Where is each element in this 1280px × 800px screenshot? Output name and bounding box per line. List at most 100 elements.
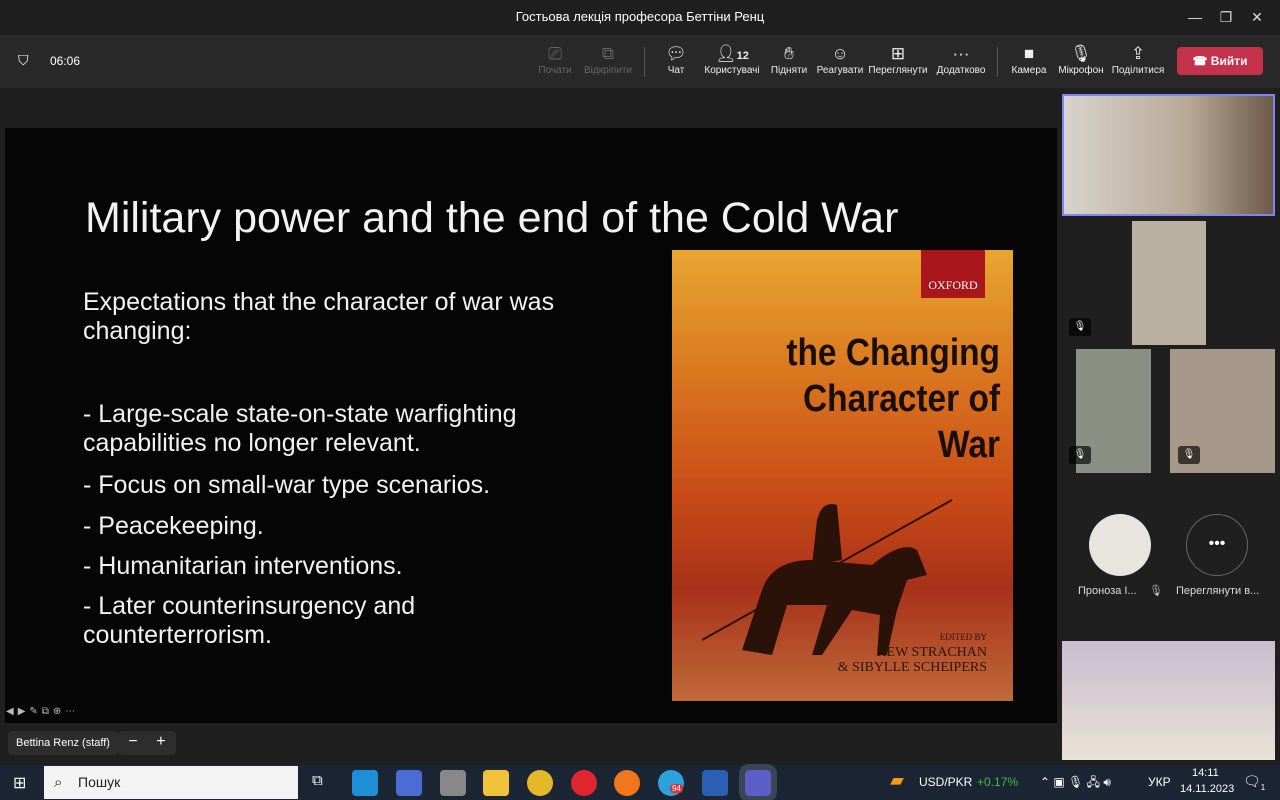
mic-muted-icon: 🎙︎ — [1149, 585, 1163, 597]
label: Відкріпити — [583, 65, 633, 76]
label: Почати — [538, 65, 572, 76]
bullet: - Peacekeeping. — [83, 512, 264, 540]
camera-icon: ■ — [1023, 44, 1035, 63]
opera-icon[interactable] — [571, 770, 597, 796]
people-button[interactable]: 👤︎12 Користувачі — [702, 43, 762, 76]
shield-icon: ⛉ — [18, 52, 29, 68]
publisher-logo: OXFORD — [921, 250, 985, 298]
label: Підняти — [770, 65, 808, 76]
bullet: - Later counterinsurgency and counterter… — [83, 592, 416, 649]
participant-count: 12 — [736, 50, 749, 62]
taskbar-search[interactable]: ⌕ Пошук — [44, 766, 298, 799]
edited-by: EDITED BY — [939, 632, 987, 642]
bullet: - Large-scale state-on-state warfighting… — [83, 400, 517, 457]
view-button[interactable]: ⊞ Переглянути — [868, 43, 928, 76]
bullet: - Humanitarian interventions. — [83, 552, 403, 580]
mic-off-icon: 🎙︎ — [1070, 44, 1092, 63]
chat-button[interactable]: 💬︎ Чат — [646, 43, 706, 76]
view-all-label: Переглянути в... — [1176, 585, 1260, 597]
avatar[interactable] — [1089, 514, 1151, 576]
zoom-controls[interactable]: − + — [118, 731, 176, 755]
ticker-icon: ▰ — [890, 770, 904, 790]
ticker-symbol[interactable]: USD/PKR — [919, 765, 972, 800]
firefox-icon[interactable] — [614, 770, 640, 796]
ticker-change: +0.17% — [977, 775, 1019, 789]
react-button[interactable]: ☺ Реагувати — [810, 43, 870, 76]
telegram-icon[interactable]: 94 — [658, 770, 684, 796]
more-button[interactable]: ··· Додатково — [931, 43, 991, 76]
book-title-line: Character of War — [803, 378, 1000, 466]
view-icon: ⊞ — [890, 44, 906, 63]
file-explorer-icon[interactable] — [483, 770, 509, 796]
share-icon: ⇪ — [1130, 44, 1146, 63]
present-button[interactable]: ⎚ Почати — [525, 43, 585, 76]
label: Переглянути — [868, 65, 928, 76]
more-icon: ••• — [1208, 535, 1226, 552]
app-icon[interactable] — [440, 770, 466, 796]
pop-out-button[interactable]: ⧉ Відкріпити — [578, 43, 638, 76]
divider — [644, 47, 645, 77]
leave-label: Вийти — [1210, 54, 1248, 68]
presenter-label: Bettina Renz (staff) — [8, 731, 118, 755]
windows-start-icon[interactable]: ⊞ — [13, 773, 26, 793]
tray-icons[interactable]: ⌃ ▣ 🎙︎ 🖧 🔊︎ — [1040, 765, 1111, 800]
bullet: - Focus on small-war type scenarios. — [83, 471, 491, 499]
label: Поділитися — [1111, 65, 1165, 76]
label: Мікрофон — [1058, 65, 1104, 76]
label: Реагувати — [816, 65, 864, 76]
zoom-in-button[interactable]: + — [156, 733, 165, 750]
notification-count: 1 — [1260, 782, 1266, 792]
slide-controls[interactable]: ◀▶✎⧉⊕⋯ — [6, 706, 79, 717]
divider — [997, 47, 998, 77]
people-icon: 👤︎12 — [715, 44, 749, 63]
share-button[interactable]: ⇪ Поділитися — [1108, 43, 1168, 76]
camera-button[interactable]: ■ Камера — [999, 43, 1059, 76]
mic-muted-icon: 🎙︎ — [1178, 446, 1200, 464]
label: Користувачі — [704, 65, 760, 76]
language-indicator[interactable]: УКР — [1148, 765, 1171, 800]
notifications-icon[interactable]: 🗨︎1 — [1243, 773, 1265, 792]
participant-name: Проноза І... — [1078, 585, 1137, 597]
more-icon: ··· — [952, 44, 970, 63]
zoom-out-button[interactable]: − — [128, 733, 137, 750]
smiley-icon: ☺ — [831, 44, 849, 63]
app-icon[interactable] — [396, 770, 422, 796]
editor: HEW STRACHAN — [876, 645, 987, 660]
clock-date[interactable]: 14.11.2023 — [1180, 783, 1234, 795]
pop-out-icon: ⧉ — [601, 44, 615, 63]
meeting-timer: 06:06 — [50, 54, 81, 68]
telegram-badge: 94 — [670, 784, 683, 793]
book-title: the Changing Character of War — [736, 330, 1000, 468]
mic-button[interactable]: 🎙︎ Мікрофон — [1051, 43, 1111, 76]
screen-present-icon: ⎚ — [548, 44, 562, 63]
book-title-line: the Changing — [786, 332, 1000, 374]
close-button[interactable]: ✕ — [1234, 0, 1280, 34]
shared-slide: Military power and the end of the Cold W… — [5, 128, 1057, 723]
teams-icon[interactable] — [739, 764, 777, 800]
mic-muted-icon: 🎙︎ — [1069, 446, 1091, 464]
label: Чат — [667, 65, 685, 76]
word-icon[interactable] — [702, 770, 728, 796]
window-title: Гостьова лекція професора Беттіни Ренц — [515, 9, 765, 24]
book-editors: EDITED BY HEW STRACHAN & SIBYLLE SCHEIPERS — [838, 630, 987, 675]
search-icon: ⌕ — [54, 774, 63, 791]
mic-muted-icon: 🎙︎ — [1069, 318, 1091, 336]
chrome-icon[interactable] — [527, 770, 553, 796]
participant-video-tile[interactable] — [1132, 221, 1206, 345]
slide-title: Military power and the end of the Cold W… — [85, 194, 899, 242]
chat-icon: 💬︎ — [665, 44, 687, 63]
edge-icon[interactable] — [352, 770, 378, 796]
label: Додатково — [936, 65, 986, 76]
search-placeholder: Пошук — [78, 774, 121, 790]
meeting-toolbar: ⛉ 06:06 ⎚ Почати ⧉ Відкріпити 💬︎ Чат 👤︎12 Ко… — [0, 35, 1280, 88]
speaker-video-tile[interactable] — [1062, 94, 1275, 216]
editor: & SIBYLLE SCHEIPERS — [837, 660, 987, 675]
label: Камера — [1011, 65, 1047, 76]
participant-video-tile[interactable] — [1062, 641, 1275, 760]
clock-time[interactable]: 14:11 — [1192, 767, 1219, 779]
view-all-button[interactable]: ••• — [1186, 514, 1248, 576]
task-view-icon[interactable]: ⧉ — [312, 772, 323, 789]
slide-intro: Expectations that the character of war w… — [83, 288, 555, 345]
title-bar: Гостьова лекція професора Беттіни Ренц — [0, 0, 1280, 35]
leave-button[interactable]: ☎ Вийти — [1177, 47, 1263, 75]
